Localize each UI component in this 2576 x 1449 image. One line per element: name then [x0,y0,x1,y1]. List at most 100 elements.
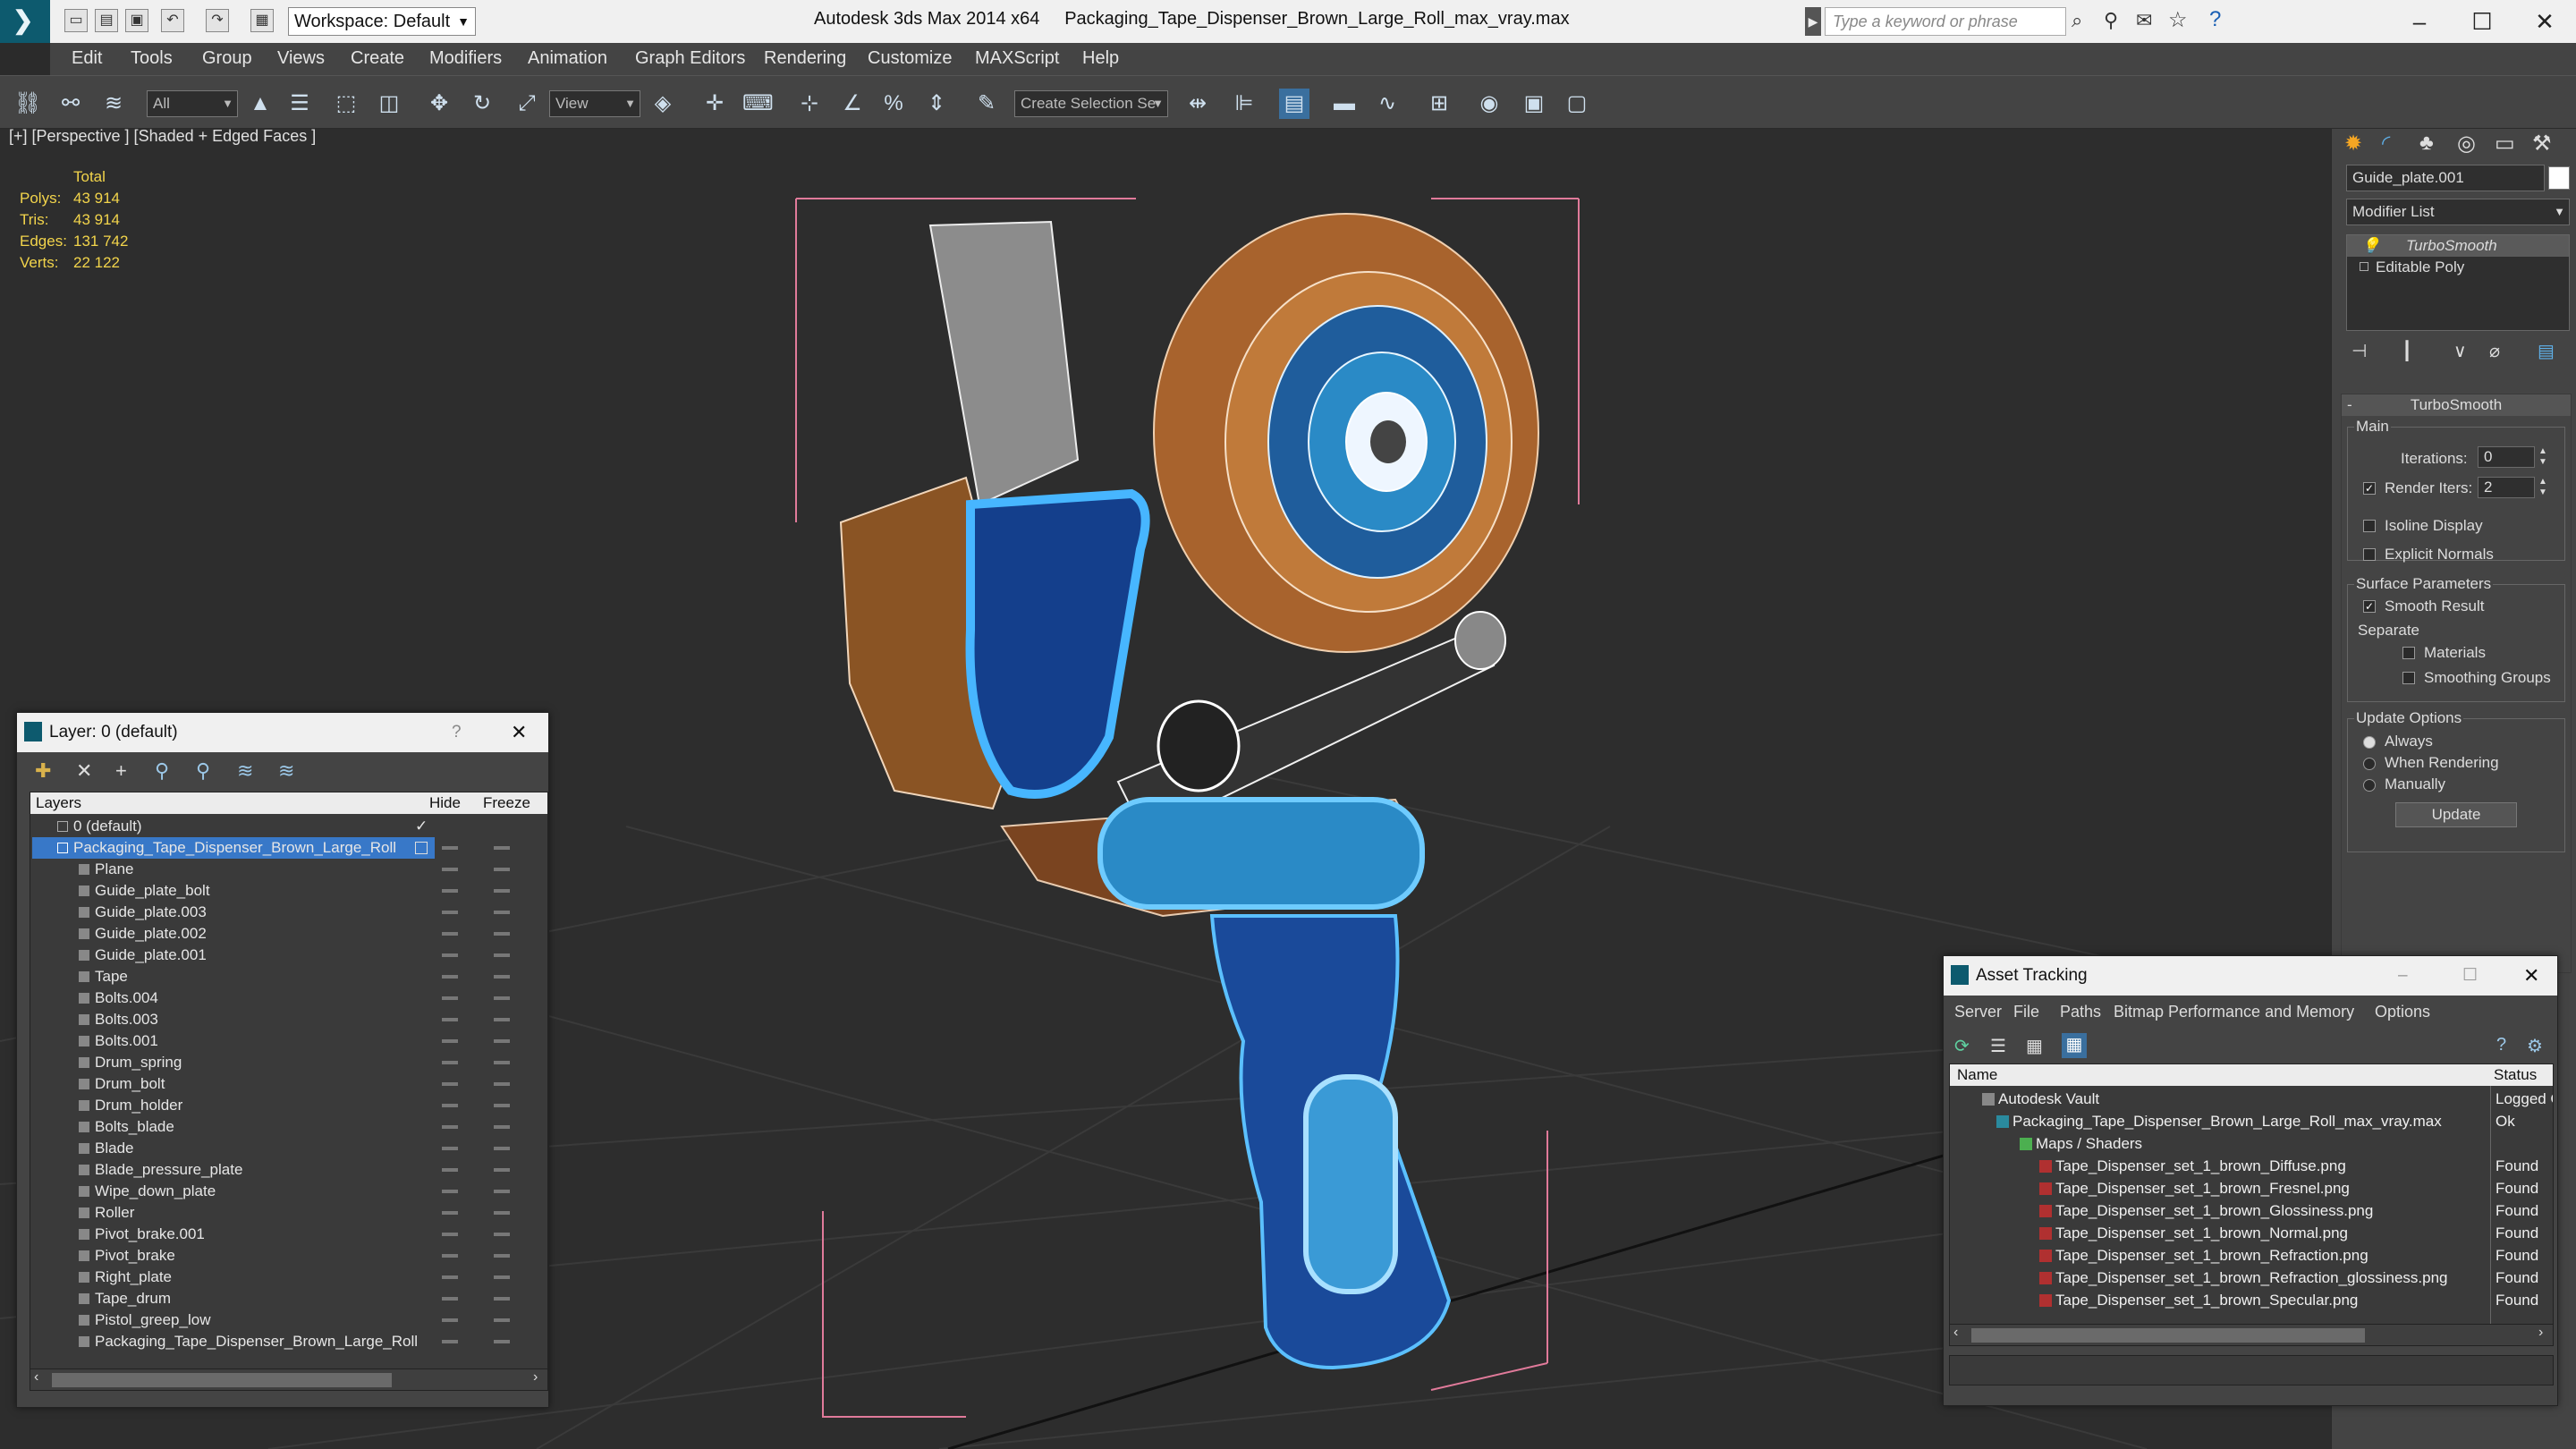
keyboard-shortcut-icon[interactable]: ⌨ [742,89,774,119]
grid-view-icon[interactable]: ▦ [2062,1033,2087,1058]
graphite-ribbon-icon[interactable]: ▬ [1329,89,1360,119]
map-row[interactable]: Tape_Dispenser_set_1_brown_Glossiness.pn… [2039,1199,2373,1222]
when-rendering-radio[interactable] [2363,758,2376,770]
edit-named-selection-icon[interactable]: ✎ [971,89,1002,119]
asset-menu-file[interactable]: File [2013,996,2039,1028]
material-editor-icon[interactable]: ◉ [1474,89,1504,119]
scroll-right-icon[interactable]: › [533,1369,538,1385]
render-iters-checkbox[interactable]: ✓ [2363,482,2376,495]
freeze-toggle[interactable] [494,1082,510,1086]
pivot-center-icon[interactable]: ◈ [648,89,678,119]
selection-filter-dropdown[interactable]: All ▼ [147,90,238,117]
freeze-toggle[interactable] [494,889,510,893]
percent-snap-icon[interactable]: % [878,89,909,119]
layer-object-row[interactable]: Drum_spring [79,1052,419,1073]
minimize-button[interactable]: – [2395,5,2444,38]
select-object-icon[interactable]: ▲ [245,89,275,119]
schematic-view-icon[interactable]: ⊞ [1424,89,1454,119]
freeze-toggle[interactable] [494,975,510,979]
vault-row[interactable]: Autodesk Vault [1982,1088,2099,1110]
hide-toggle[interactable] [442,1061,458,1064]
select-objects-in-layer-icon[interactable]: ⚲ [155,759,169,783]
layer-row-selected[interactable]: Packaging_Tape_Dispenser_Brown_Large_Rol… [32,837,435,859]
modifier-list-dropdown[interactable]: Modifier List ▼ [2346,199,2570,225]
map-row[interactable]: Tape_Dispenser_set_1_brown_Specular.png [2039,1289,2358,1311]
rectangular-selection-icon[interactable]: ⬚ [331,89,361,119]
render-iters-spinner-arrows[interactable]: ▲ ▼ [2538,477,2547,498]
display-tab-icon[interactable]: ▭ [2495,131,2515,157]
snaps-toggle-icon[interactable]: ⊹ [794,89,825,119]
freeze-toggle[interactable] [494,1168,510,1172]
hide-toggle[interactable] [442,1275,458,1279]
layer-object-row[interactable]: Pivot_brake [79,1245,419,1267]
layer-object-row[interactable]: Tape [79,966,419,987]
hierarchy-tab-icon[interactable]: ♣ [2419,131,2434,156]
select-and-link-icon[interactable]: ⛓ [13,89,43,119]
manipulate-icon[interactable]: ✛ [699,89,730,119]
scroll-left-icon[interactable]: ‹ [34,1369,38,1385]
hide-toggle[interactable] [442,846,458,850]
layer-object-row[interactable]: Right_plate [79,1267,419,1288]
always-radio[interactable] [2363,736,2376,749]
isoline-display-checkbox[interactable] [2363,520,2376,532]
layer-object-row[interactable]: Plane [79,859,419,880]
scroll-thumb[interactable] [52,1373,392,1387]
update-button[interactable]: Update [2395,802,2517,827]
layer-object-row[interactable]: Guide_plate.003 [79,902,419,923]
layer-object-row[interactable]: Tape_drum [79,1288,419,1309]
max-file-row[interactable]: Packaging_Tape_Dispenser_Brown_Large_Rol… [1996,1110,2442,1132]
hide-toggle[interactable] [442,1168,458,1172]
window-crossing-icon[interactable]: ◫ [374,89,404,119]
asset-menu-server[interactable]: Server [1954,996,2002,1028]
delete-layer-icon[interactable]: ✕ [76,759,92,783]
layer-help-button[interactable]: ? [452,713,462,752]
configure-sets-icon[interactable]: ▤ [2538,340,2555,362]
help-icon[interactable]: ? [2209,7,2221,32]
map-row[interactable]: Tape_Dispenser_set_1_brown_Normal.png [2039,1222,2348,1244]
layer-close-button[interactable]: ✕ [511,713,527,752]
pin-stack-icon[interactable]: ⊣ [2351,340,2367,362]
binoculars-icon[interactable]: ⌕ [2072,9,2082,32]
stack-item-turbosmooth[interactable]: 💡 TurboSmooth [2347,235,2569,257]
asset-tracking-titlebar[interactable]: Asset Tracking – ☐ ✕ [1944,956,2557,996]
hide-toggle[interactable] [442,1018,458,1021]
menu-animation[interactable]: Animation [528,48,607,69]
freeze-toggle[interactable] [494,1147,510,1150]
layer-object-row[interactable]: Bolts.003 [79,1009,419,1030]
modify-tab-icon[interactable]: ◜ [2382,131,2390,157]
layer-object-row[interactable]: Pivot_brake.001 [79,1224,419,1245]
iterations-spinner[interactable]: 0 [2478,446,2535,468]
search-expand-icon[interactable]: ▶ [1805,7,1821,36]
freeze-toggle[interactable] [494,1211,510,1215]
hide-toggle[interactable] [442,975,458,979]
menu-graph-editors[interactable]: Graph Editors [635,48,745,69]
freeze-toggle[interactable] [494,1254,510,1258]
maximize-button[interactable]: ☐ [2458,5,2506,38]
menu-help[interactable]: Help [1082,48,1119,69]
select-by-name-icon[interactable]: ☰ [284,89,315,119]
hide-toggle[interactable] [442,1039,458,1043]
hide-toggle[interactable] [442,868,458,871]
freeze-toggle[interactable] [494,911,510,914]
asset-menu-options[interactable]: Options [2375,996,2430,1028]
freeze-toggle[interactable] [494,846,510,850]
scroll-thumb[interactable] [1971,1328,2365,1343]
layer-object-row[interactable]: Packaging_Tape_Dispenser_Brown_Large_Rol… [79,1331,419,1352]
col-hide[interactable]: Hide [429,792,461,814]
menu-modifiers[interactable]: Modifiers [429,48,502,69]
explicit-normals-checkbox[interactable] [2363,548,2376,561]
menu-create[interactable]: Create [351,48,404,69]
layer-row-default[interactable]: 0 (default) ✓ [57,816,540,837]
object-name-field[interactable]: Guide_plate.001 [2346,165,2545,191]
save-icon[interactable]: ▣ [125,9,148,32]
layer-object-row[interactable]: Guide_plate.002 [79,923,419,945]
scroll-right-icon[interactable]: › [2538,1325,2543,1341]
col-name[interactable]: Name [1957,1064,1997,1086]
hide-toggle[interactable] [442,1254,458,1258]
menu-group[interactable]: Group [202,48,252,69]
active-layer-check-icon[interactable]: ✓ [415,816,428,837]
freeze-toggle[interactable] [494,996,510,1000]
rollout-header[interactable]: - TurboSmooth [2342,394,2571,416]
stack-item-editable-poly[interactable]: Editable Poly [2347,257,2569,278]
highlight-selected-icon[interactable]: ⚲ [196,759,210,783]
